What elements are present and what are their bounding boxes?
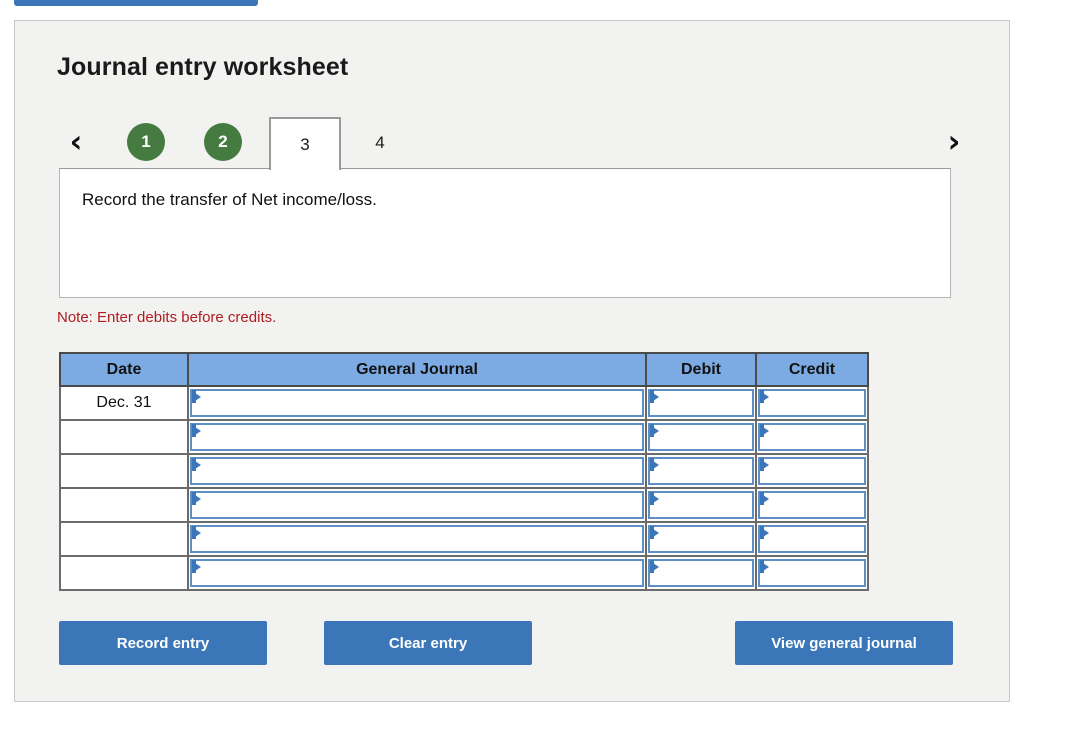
journal-entry-panel: Journal entry worksheet ‹ 1 2 3 4 › Reco… [14,20,1010,702]
general-journal-input[interactable] [190,389,644,417]
dropdown-triangle-icon [192,493,201,505]
general-journal-cell [187,419,647,455]
date-cell [59,419,189,455]
dropdown-triangle-icon [650,527,659,539]
general-journal-cell [187,385,647,421]
credit-cell [755,419,869,455]
dropdown-triangle-icon [650,459,659,471]
dropdown-triangle-icon [650,425,659,437]
general-journal-cell [187,487,647,523]
column-header-date: Date [59,352,189,387]
credit-input[interactable] [758,389,866,417]
debit-input[interactable] [648,525,754,553]
general-journal-input[interactable] [190,423,644,451]
column-header-debit: Debit [645,352,757,387]
worksheet-tab-3[interactable]: 3 [269,117,341,170]
debit-cell [645,555,757,591]
general-journal-cell [187,521,647,557]
chevron-right-icon[interactable]: › [937,124,971,162]
debit-cell [645,521,757,557]
table-row [59,453,869,489]
debit-input[interactable] [648,491,754,519]
debit-input[interactable] [648,389,754,417]
debit-cell [645,453,757,489]
table-row: Dec. 31 [59,385,869,421]
dropdown-triangle-icon [650,493,659,505]
date-cell: Dec. 31 [59,385,189,421]
table-header-row: Date General Journal Debit Credit [59,352,869,387]
record-entry-button[interactable]: Record entry [59,621,267,665]
debit-cell [645,487,757,523]
dropdown-triangle-icon [650,391,659,403]
table-row [59,487,869,523]
general-journal-input[interactable] [190,491,644,519]
column-header-credit: Credit [755,352,869,387]
journal-entry-table: Date General Journal Debit Credit Dec. 3… [59,352,869,591]
debits-before-credits-note: Note: Enter debits before credits. [57,309,277,326]
credit-input[interactable] [758,525,866,553]
worksheet-tab-2[interactable]: 2 [204,123,242,161]
date-cell [59,521,189,557]
view-general-journal-button[interactable]: View general journal [735,621,953,665]
dropdown-triangle-icon [760,527,769,539]
dropdown-triangle-icon [760,459,769,471]
dropdown-triangle-icon [192,527,201,539]
table-row [59,521,869,557]
chevron-left-icon[interactable]: ‹ [59,124,93,162]
date-cell [59,555,189,591]
worksheet-tab-4[interactable]: 4 [344,117,416,169]
general-journal-input[interactable] [190,457,644,485]
worksheet-tab-1[interactable]: 1 [127,123,165,161]
column-header-general-journal: General Journal [187,352,647,387]
entry-description-box: Record the transfer of Net income/loss. [59,169,951,298]
credit-cell [755,487,869,523]
date-cell [59,453,189,489]
dropdown-triangle-icon [192,391,201,403]
dropdown-triangle-icon [192,425,201,437]
clear-entry-button[interactable]: Clear entry [324,621,532,665]
credit-input[interactable] [758,559,866,587]
entry-description-text: Record the transfer of Net income/loss. [82,190,377,209]
general-journal-input[interactable] [190,525,644,553]
table-row [59,419,869,455]
debit-cell [645,385,757,421]
dropdown-triangle-icon [760,493,769,505]
page-title: Journal entry worksheet [57,53,349,81]
dropdown-triangle-icon [760,391,769,403]
top-blue-tab-strip[interactable] [14,0,258,6]
table-row [59,555,869,591]
dropdown-triangle-icon [650,561,659,573]
credit-cell [755,555,869,591]
general-journal-cell [187,555,647,591]
dropdown-triangle-icon [192,459,201,471]
debit-input[interactable] [648,423,754,451]
dropdown-triangle-icon [192,561,201,573]
debit-input[interactable] [648,559,754,587]
credit-input[interactable] [758,457,866,485]
general-journal-cell [187,453,647,489]
credit-input[interactable] [758,491,866,519]
credit-cell [755,385,869,421]
general-journal-input[interactable] [190,559,644,587]
dropdown-triangle-icon [760,561,769,573]
date-cell [59,487,189,523]
credit-input[interactable] [758,423,866,451]
debit-cell [645,419,757,455]
credit-cell [755,521,869,557]
dropdown-triangle-icon [760,425,769,437]
debit-input[interactable] [648,457,754,485]
credit-cell [755,453,869,489]
